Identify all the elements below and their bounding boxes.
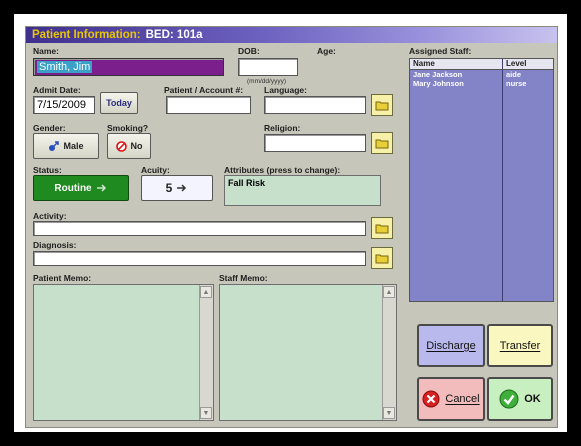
today-button-label: Today <box>106 98 132 108</box>
staff-list-header: Name Level <box>410 59 553 70</box>
acuity-toggle-icon <box>177 184 187 192</box>
ok-button-label: OK <box>524 393 541 405</box>
dob-format-hint: (mm/dd/yyyy) <box>247 78 286 85</box>
staff-memo-scrollbar[interactable]: ▲ ▼ <box>382 285 396 420</box>
language-label: Language: <box>264 85 307 95</box>
patient-information-dialog: Patient Information: BED: 101a Name: Smit… <box>25 26 558 428</box>
dob-field[interactable] <box>238 58 298 76</box>
scroll-down-icon[interactable]: ▼ <box>200 407 212 419</box>
diagnosis-folder-button[interactable] <box>371 247 393 269</box>
activity-folder-button[interactable] <box>371 217 393 239</box>
discharge-button-label: Discharge <box>426 339 476 352</box>
language-field[interactable] <box>264 96 366 114</box>
no-smoking-icon <box>115 140 127 152</box>
age-label: Age: <box>317 46 336 56</box>
status-value: Routine <box>54 182 92 194</box>
smoking-value: No <box>130 141 143 151</box>
patient-memo-textarea[interactable]: ▲ ▼ <box>33 284 214 421</box>
today-button[interactable]: Today <box>100 92 138 114</box>
cancel-button-label: Cancel <box>445 393 480 405</box>
admit-date-label: Admit Date: <box>33 85 81 95</box>
staff-name: Jane Jackson <box>413 70 463 79</box>
status-toggle-icon <box>96 184 106 192</box>
attributes-label: Attributes (press to change): <box>224 165 341 175</box>
staff-level: nurse <box>506 79 527 88</box>
account-field[interactable] <box>166 96 251 114</box>
transfer-button[interactable]: Transfer <box>487 324 553 367</box>
discharge-button[interactable]: Discharge <box>417 324 485 367</box>
staff-name: Mary Johnson <box>413 79 464 88</box>
smoking-label: Smoking? <box>107 123 149 133</box>
table-row[interactable]: Jane Jackson aide <box>410 70 553 79</box>
name-field[interactable]: Smith, Jim <box>33 58 224 76</box>
folder-icon <box>375 139 389 148</box>
title-bar: Patient Information: BED: 101a <box>26 27 557 43</box>
folder-icon <box>375 224 389 233</box>
ok-button[interactable]: OK <box>487 377 553 421</box>
smoking-button[interactable]: No <box>107 133 151 159</box>
staff-level: aide <box>506 70 522 79</box>
admit-date-field[interactable]: 7/15/2009 <box>33 96 95 114</box>
attributes-box[interactable]: Fall Risk <box>224 175 381 206</box>
staff-column-divider <box>502 59 503 301</box>
staff-col-name: Name <box>413 59 435 68</box>
acuity-value: 5 <box>165 181 173 195</box>
bed-label: BED: 101a <box>145 29 203 41</box>
scroll-up-icon[interactable]: ▲ <box>383 286 395 298</box>
staff-memo-textarea[interactable]: ▲ ▼ <box>219 284 397 421</box>
cancel-button[interactable]: Cancel <box>417 377 485 421</box>
male-icon <box>49 140 60 151</box>
language-folder-button[interactable] <box>371 94 393 116</box>
dob-label: DOB: <box>238 46 260 56</box>
staff-memo-label: Staff Memo: <box>219 273 268 283</box>
gender-button[interactable]: Male <box>33 133 99 159</box>
religion-folder-button[interactable] <box>371 132 393 154</box>
patient-memo-label: Patient Memo: <box>33 273 92 283</box>
table-row[interactable]: Mary Johnson nurse <box>410 79 553 88</box>
staff-col-level: Level <box>506 59 527 68</box>
name-label: Name: <box>33 46 59 56</box>
religion-field[interactable] <box>264 134 366 152</box>
folder-icon <box>375 101 389 110</box>
window-title: Patient Information: <box>32 29 141 41</box>
scroll-down-icon[interactable]: ▼ <box>383 407 395 419</box>
folder-icon <box>375 254 389 263</box>
patient-memo-scrollbar[interactable]: ▲ ▼ <box>199 285 213 420</box>
name-value: Smith, Jim <box>37 61 93 73</box>
gender-label: Gender: <box>33 123 66 133</box>
status-button[interactable]: Routine <box>33 175 129 201</box>
activity-label: Activity: <box>33 211 67 221</box>
attributes-value: Fall Risk <box>228 178 266 188</box>
account-label: Patient / Account #: <box>164 85 244 95</box>
ok-check-icon <box>499 389 519 409</box>
assigned-staff-label: Assigned Staff: <box>409 46 472 56</box>
activity-field[interactable] <box>33 221 366 236</box>
acuity-label: Acuity: <box>141 165 170 175</box>
gender-value: Male <box>63 141 84 151</box>
religion-label: Religion: <box>264 123 301 133</box>
transfer-button-label: Transfer <box>499 339 541 352</box>
status-label: Status: <box>33 165 62 175</box>
acuity-button[interactable]: 5 <box>141 175 213 201</box>
assigned-staff-list[interactable]: Name Level Jane Jackson aide Mary Johnso… <box>409 58 554 302</box>
diagnosis-field[interactable] <box>33 251 366 266</box>
cancel-icon <box>422 390 440 408</box>
scroll-up-icon[interactable]: ▲ <box>200 286 212 298</box>
diagnosis-label: Diagnosis: <box>33 240 77 250</box>
